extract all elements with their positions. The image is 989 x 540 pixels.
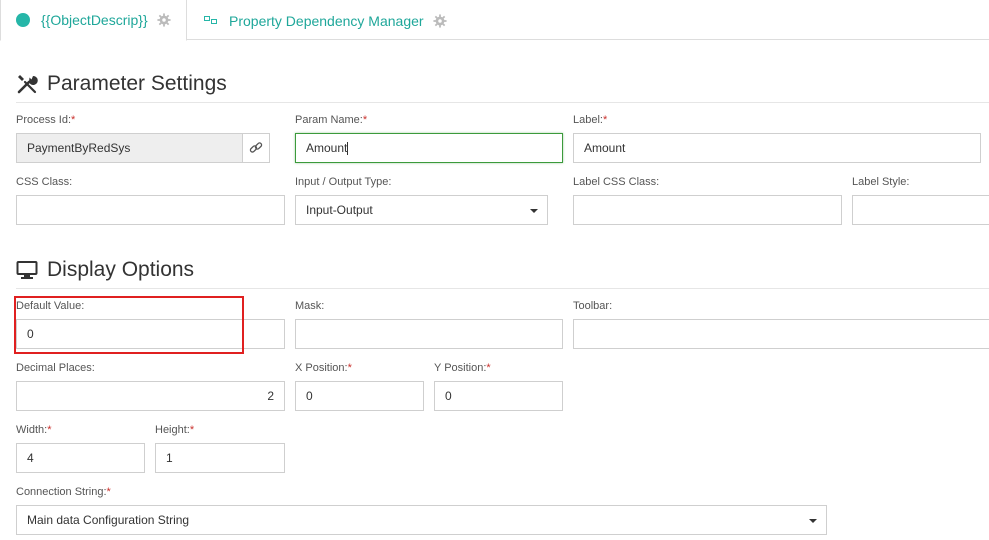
connection-string-value: Main data Configuration String — [27, 513, 190, 527]
tab-object-descrip[interactable]: {{ObjectDescrip}} — [0, 0, 187, 41]
section-title-text: Parameter Settings — [47, 72, 227, 95]
tab-label: {{ObjectDescrip}} — [41, 12, 148, 28]
width-label: Width:* — [16, 424, 52, 436]
cubes-icon — [204, 15, 217, 24]
tab-bar: {{ObjectDescrip}} Property Dependency Ma… — [0, 0, 989, 41]
tools-icon — [17, 75, 38, 94]
io-type-value: Input-Output — [306, 203, 373, 217]
label-css-class-input[interactable] — [573, 195, 842, 225]
process-id-label: Process Id:* — [16, 114, 76, 126]
link-button[interactable] — [242, 133, 270, 163]
css-class-input[interactable] — [16, 195, 285, 225]
y-position-input[interactable]: 0 — [434, 381, 563, 411]
io-type-select[interactable]: Input-Output — [295, 195, 548, 225]
mask-label: Mask: — [295, 300, 325, 312]
height-input[interactable]: 1 — [155, 443, 285, 473]
section-divider — [16, 102, 989, 103]
param-name-input[interactable]: Amount — [295, 133, 563, 163]
section-divider — [16, 288, 989, 289]
status-dot-icon — [16, 13, 30, 27]
caret-down-icon — [530, 209, 538, 213]
label-css-class-label: Label CSS Class: — [573, 176, 660, 188]
tab-property-dependency-manager[interactable]: Property Dependency Manager — [203, 0, 447, 41]
link-icon — [249, 142, 263, 153]
toolbar-input[interactable] — [573, 319, 989, 349]
tab-label: Property Dependency Manager — [229, 12, 424, 29]
x-position-input[interactable]: 0 — [295, 381, 424, 411]
css-class-label: CSS Class: — [16, 176, 73, 188]
label-field-label: Label:* — [573, 114, 608, 126]
section-title-text: Display Options — [47, 258, 195, 281]
height-label: Height:* — [155, 424, 195, 436]
label-input[interactable]: Amount — [573, 133, 981, 163]
label-style-label: Label Style: — [852, 176, 910, 188]
parameter-settings-heading: Parameter Settings — [16, 72, 227, 96]
label-style-input[interactable] — [852, 195, 989, 225]
param-name-label: Param Name:* — [295, 114, 368, 126]
gear-icon[interactable] — [157, 13, 171, 27]
process-id-field: PaymentByRedSys — [16, 133, 243, 163]
connection-string-select[interactable]: Main data Configuration String — [16, 505, 827, 535]
connection-string-label: Connection String:* — [16, 486, 111, 498]
io-type-label: Input / Output Type: — [295, 176, 392, 188]
caret-down-icon — [809, 519, 817, 523]
decimal-places-input[interactable]: 2 — [16, 381, 285, 411]
highlight-box — [14, 296, 244, 354]
display-options-heading: Display Options — [16, 258, 194, 282]
monitor-icon — [16, 261, 38, 279]
width-input[interactable]: 4 — [16, 443, 145, 473]
x-position-label: X Position:* — [295, 362, 352, 374]
mask-input[interactable] — [295, 319, 563, 349]
decimal-places-label: Decimal Places: — [16, 362, 95, 374]
gear-icon[interactable] — [433, 13, 447, 28]
y-position-label: Y Position:* — [434, 362, 491, 374]
toolbar-label: Toolbar: — [573, 300, 613, 312]
